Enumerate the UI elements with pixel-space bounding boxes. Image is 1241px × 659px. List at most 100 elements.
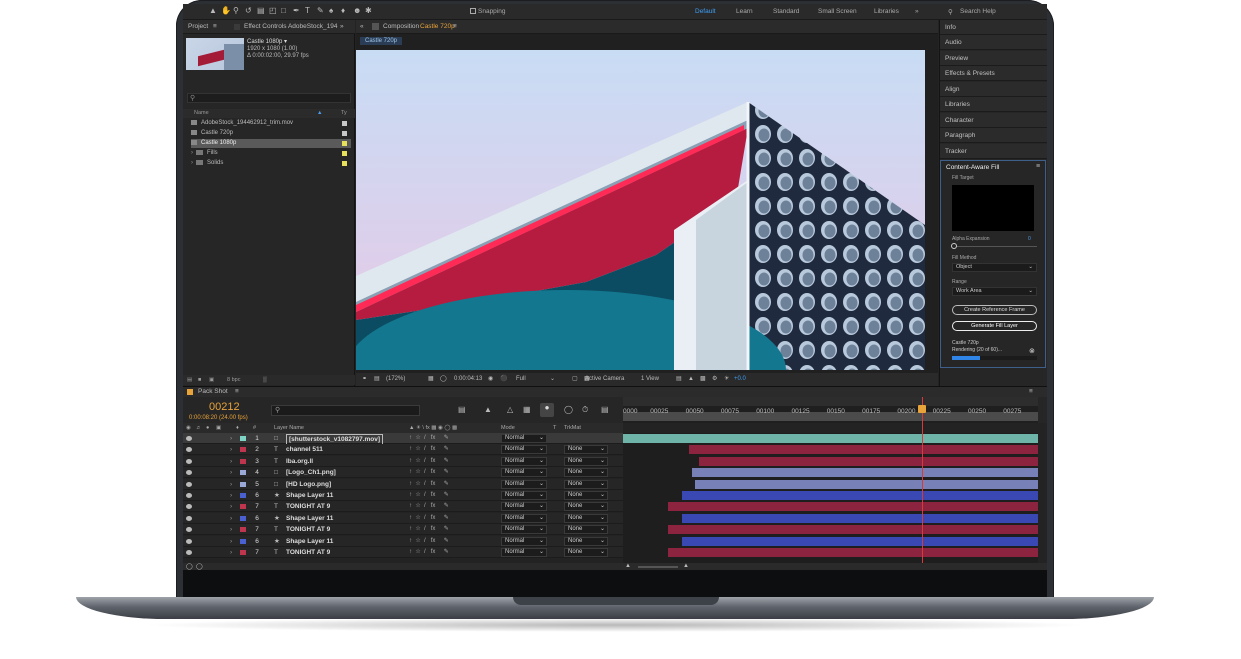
track-matte-dropdown[interactable]: None ⌄ [564,525,608,535]
cancel-render-icon[interactable]: ⊗ [1029,347,1035,355]
monitor-icon[interactable]: ▤ [374,373,380,386]
track-matte-dropdown[interactable]: None ⌄ [564,468,608,478]
layer-row[interactable]: › 7 T TONIGHT AT 9 ↑ ☆ / fx ✎ Normal ⌄ None ⌄ [183,547,623,558]
track-matte-dropdown[interactable]: None ⌄ [564,502,608,512]
frame-blending-icon[interactable]: ▦ [523,405,531,414]
fill-method-dropdown[interactable]: Object ⌄ [952,263,1037,272]
panel-menu-icon[interactable]: ≡ [235,387,239,397]
comp-name[interactable]: Castle 720p [420,20,455,34]
zoom-in-icon[interactable]: ▲ [683,563,689,569]
track-matte-dropdown[interactable]: None ⌄ [564,479,608,489]
sort-icon[interactable]: ▲ [317,109,322,118]
label-color-swatch[interactable] [240,550,246,555]
eraser-tool-icon[interactable]: ♦ [341,7,349,15]
view-layout-dropdown[interactable]: 1 View [641,373,659,386]
visibility-eye-icon[interactable] [186,550,192,555]
zoom-slider[interactable] [638,566,678,568]
blend-mode-dropdown[interactable]: Normal ⌄ [501,536,547,546]
expand-arrow-icon[interactable]: › [191,150,193,156]
label-color-swatch[interactable] [240,493,246,498]
panel-overflow-icon[interactable]: « [360,20,364,34]
visibility-eye-icon[interactable] [186,436,192,441]
layer-duration-bar[interactable] [682,536,1038,546]
blend-mode-dropdown[interactable]: Normal ⌄ [501,525,547,535]
label-color-swatch[interactable] [240,458,246,464]
layer-switches[interactable]: ↑ ☆ / fx ✎ [409,433,449,444]
layer-row[interactable]: › 7 T TONIGHT AT 9 ↑ ☆ / fx ✎ Normal ⌄ None ⌄ [183,501,623,513]
layer-switches[interactable]: ↑ ☆ / fx ✎ [409,479,449,490]
panel-character[interactable]: Character [940,113,1047,128]
draft-3d-icon[interactable]: ▲ [688,373,694,386]
expand-arrow-icon[interactable]: › [230,524,232,535]
selection-tool-icon[interactable]: ▲ [209,7,217,15]
visibility-eye-icon[interactable] [186,447,192,453]
expand-arrow-icon[interactable]: › [230,456,232,467]
column-name[interactable]: Name [194,110,209,116]
layer-name[interactable]: TONIGHT AT 9 [286,501,330,512]
layer-row[interactable]: › 1 □ [shutterstock_v1082797.mov] ↑ ☆ / fx ✎… [183,433,623,445]
layer-name[interactable]: lba.org.ll [286,456,313,467]
column-type[interactable]: Ty [341,109,347,118]
panel-info[interactable]: Info [940,20,1047,35]
blend-mode-dropdown[interactable]: Normal ⌄ [501,548,547,557]
layer-switches[interactable]: ↑ ☆ / fx ✎ [409,456,449,467]
tab-effect-controls[interactable]: Effect Controls AdobeStock_194 [244,20,337,34]
track-matte-dropdown[interactable]: None ⌄ [564,491,608,500]
layer-row[interactable]: › 4 □ [Logo_Ch1.png] ↑ ☆ / fx ✎ Normal ⌄ None ⌄ [183,467,623,479]
motion-blur-icon[interactable]: ● [540,403,554,417]
project-item[interactable]: › Solids [191,159,351,168]
layer-switches[interactable]: ↑ ☆ / fx ✎ [409,444,449,455]
roi-icon[interactable]: ▢ [572,373,578,386]
layer-name[interactable]: TONIGHT AT 9 [286,547,330,558]
alpha-expansion-slider[interactable] [952,246,1037,247]
layer-switches[interactable]: ↑ ☆ / fx ✎ [409,524,449,535]
layer-search-input[interactable]: ⚲ [271,405,420,416]
expand-arrow-icon[interactable]: › [230,513,232,524]
create-reference-frame-button[interactable]: Create Reference Frame [952,305,1037,315]
project-item-selected[interactable]: Castle 1080p [191,139,351,148]
layer-switches[interactable]: ↑ ☆ / fx ✎ [409,501,449,512]
toggle-switches-icon[interactable]: ◯ [186,563,193,570]
layer-duration-bar[interactable] [694,479,1038,489]
pen-tool-icon[interactable]: ✒ [293,7,301,15]
workspace-learn[interactable]: Learn [736,8,753,15]
visibility-eye-icon[interactable] [186,538,192,544]
expand-arrow-icon[interactable]: › [191,160,193,166]
generate-fill-layer-button[interactable]: Generate Fill Layer [952,321,1037,331]
graph-editor-icon[interactable]: ◯ [564,405,573,414]
visibility-eye-icon[interactable] [186,515,192,521]
interpret-footage-icon[interactable]: ▤ [187,375,192,385]
track-matte-dropdown[interactable]: None ⌄ [564,548,608,557]
blend-mode-dropdown[interactable]: Normal ⌄ [501,502,547,512]
render-queue-icon[interactable]: ▤ [601,405,609,414]
visibility-eye-icon[interactable] [186,493,192,498]
tab-composition[interactable]: Composition [383,20,419,34]
blend-mode-dropdown[interactable]: Normal ⌄ [501,468,547,478]
panel-overflow-icon[interactable]: » [340,20,344,34]
visibility-eye-icon[interactable] [186,504,192,510]
layer-row[interactable]: › 6 ★ Shape Layer 11 ↑ ☆ / fx ✎ Normal ⌄ None ⌄ [183,535,623,547]
resolution-dropdown[interactable]: Full [516,373,526,386]
track-matte-dropdown[interactable]: None ⌄ [564,456,608,466]
mask-icon[interactable]: ◯ [440,373,447,386]
timer-icon[interactable]: ⏱ [582,405,588,415]
column-t[interactable]: T [553,423,556,433]
label-swatch[interactable] [342,121,347,126]
current-time-indicator[interactable] [921,397,923,563]
tab-project[interactable]: Project [188,20,208,34]
track-matte-dropdown[interactable]: None ⌄ [564,513,608,523]
blend-mode-dropdown[interactable]: Normal ⌄ [501,445,547,455]
lock-icon[interactable] [234,24,240,30]
layer-switches[interactable]: ↑ ☆ / fx ✎ [409,536,449,547]
grid-icon[interactable]: ▦ [428,373,434,386]
workspace-libraries[interactable]: Libraries [874,8,899,15]
pan-behind-icon[interactable]: ◰ [269,7,277,15]
layer-duration-bar[interactable] [623,434,1038,443]
workspace-small-screen[interactable]: Small Screen [818,8,857,15]
panel-menu-icon[interactable]: ≡ [1029,387,1033,397]
label-color-swatch[interactable] [240,447,246,453]
magnify-zoom-dropdown[interactable]: (172%) [386,373,405,386]
timecode[interactable]: 00212 [209,401,240,413]
layer-duration-bar[interactable] [689,445,1038,455]
track-matte-dropdown[interactable]: None ⌄ [564,445,608,455]
